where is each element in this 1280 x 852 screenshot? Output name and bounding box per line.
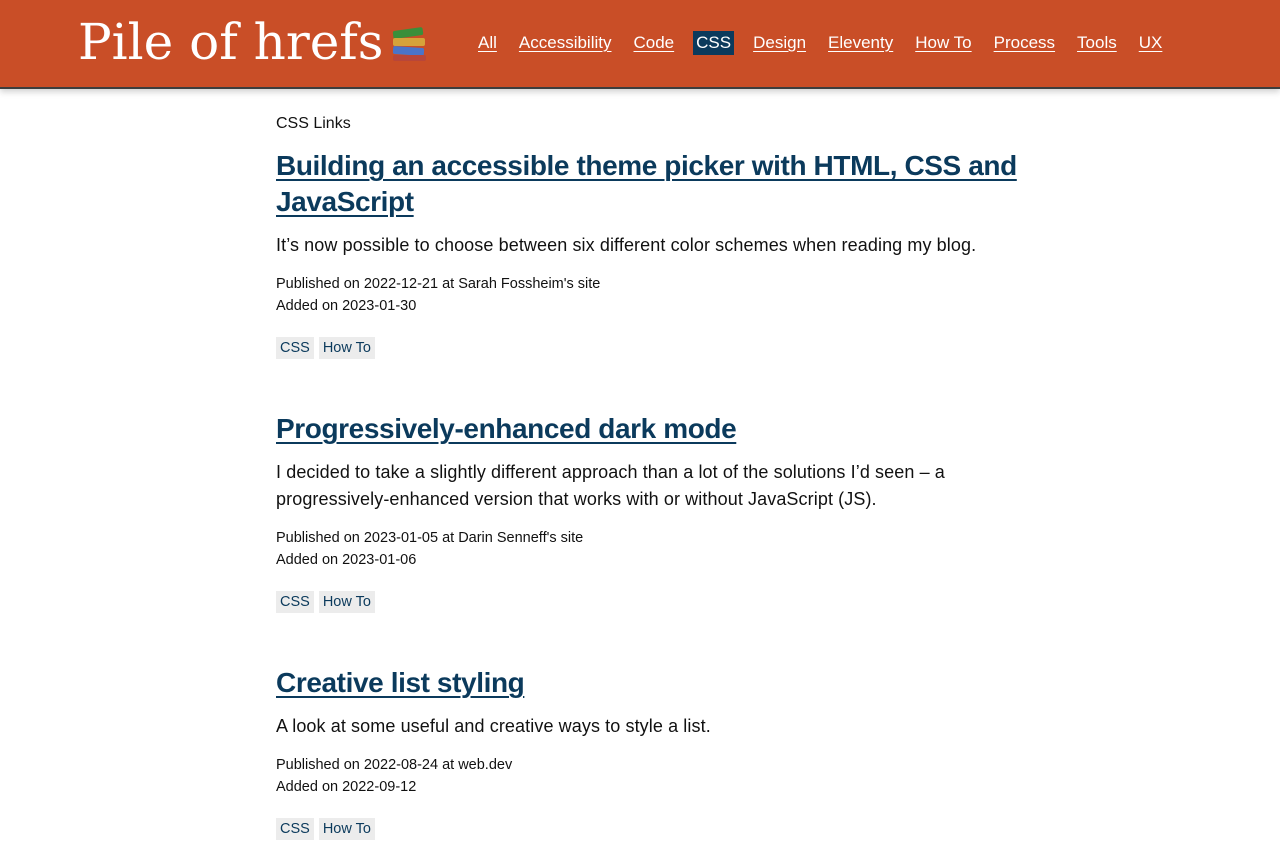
site-logo[interactable]: Pile of hrefs (78, 10, 427, 74)
post-tags: CSS How To (276, 337, 1036, 359)
tag-how-to[interactable]: How To (318, 337, 375, 359)
section-label: CSS Links (276, 115, 351, 132)
post-description: I decided to take a slightly different a… (276, 462, 945, 509)
post-added: Added on 2022-09-12 (276, 779, 417, 795)
nav-link-design[interactable]: Design (750, 31, 809, 55)
nav-link-how-to[interactable]: How To (912, 31, 974, 55)
post-added: Added on 2023-01-30 (276, 298, 417, 314)
post-title-link[interactable]: Creative list styling (276, 667, 525, 698)
post-title: Progressively-enhanced dark mode (276, 411, 1036, 447)
nav-link-ux[interactable]: UX (1136, 31, 1166, 55)
nav-link-accessibility[interactable]: Accessibility (516, 31, 615, 55)
main-content: CSS Links Building an accessible theme p… (276, 113, 1036, 840)
nav-link-process[interactable]: Process (991, 31, 1058, 55)
site-header: Pile of hrefs All Accessibility Code CSS… (0, 0, 1280, 89)
post-item: Progressively-enhanced dark mode I decid… (276, 411, 1036, 613)
post-published: Published on 2022-08-24 at web.dev (276, 757, 513, 773)
post-title: Building an accessible theme picker with… (276, 148, 1036, 220)
tag-how-to[interactable]: How To (318, 818, 375, 840)
tag-css[interactable]: CSS (276, 337, 314, 359)
tag-css[interactable]: CSS (276, 591, 314, 613)
books-icon (391, 26, 427, 61)
post-description: It’s now possible to choose between six … (276, 235, 977, 255)
logo-text: Pile of hrefs (78, 13, 384, 71)
post-item: Creative list styling A look at some use… (276, 665, 1036, 840)
post-description: A look at some useful and creative ways … (276, 716, 711, 736)
post-added: Added on 2023-01-06 (276, 552, 417, 568)
post-published: Published on 2023-01-05 at Darin Senneff… (276, 530, 584, 546)
post-item: Building an accessible theme picker with… (276, 148, 1036, 359)
nav-link-code[interactable]: Code (631, 31, 678, 55)
tag-css[interactable]: CSS (276, 818, 314, 840)
category-nav: All Accessibility Code CSS Design Eleven… (478, 31, 1181, 55)
nav-link-eleventy[interactable]: Eleventy (825, 31, 896, 55)
post-published: Published on 2022-12-21 at Sarah Fosshei… (276, 276, 601, 292)
post-title-link[interactable]: Progressively-enhanced dark mode (276, 413, 737, 444)
nav-link-tools[interactable]: Tools (1074, 31, 1120, 55)
post-tags: CSS How To (276, 818, 1036, 840)
tag-how-to[interactable]: How To (318, 591, 375, 613)
post-title-link[interactable]: Building an accessible theme picker with… (276, 150, 1017, 217)
nav-link-all[interactable]: All (478, 31, 500, 55)
post-title: Creative list styling (276, 665, 1036, 701)
post-tags: CSS How To (276, 591, 1036, 613)
nav-link-css[interactable]: CSS (693, 31, 735, 55)
